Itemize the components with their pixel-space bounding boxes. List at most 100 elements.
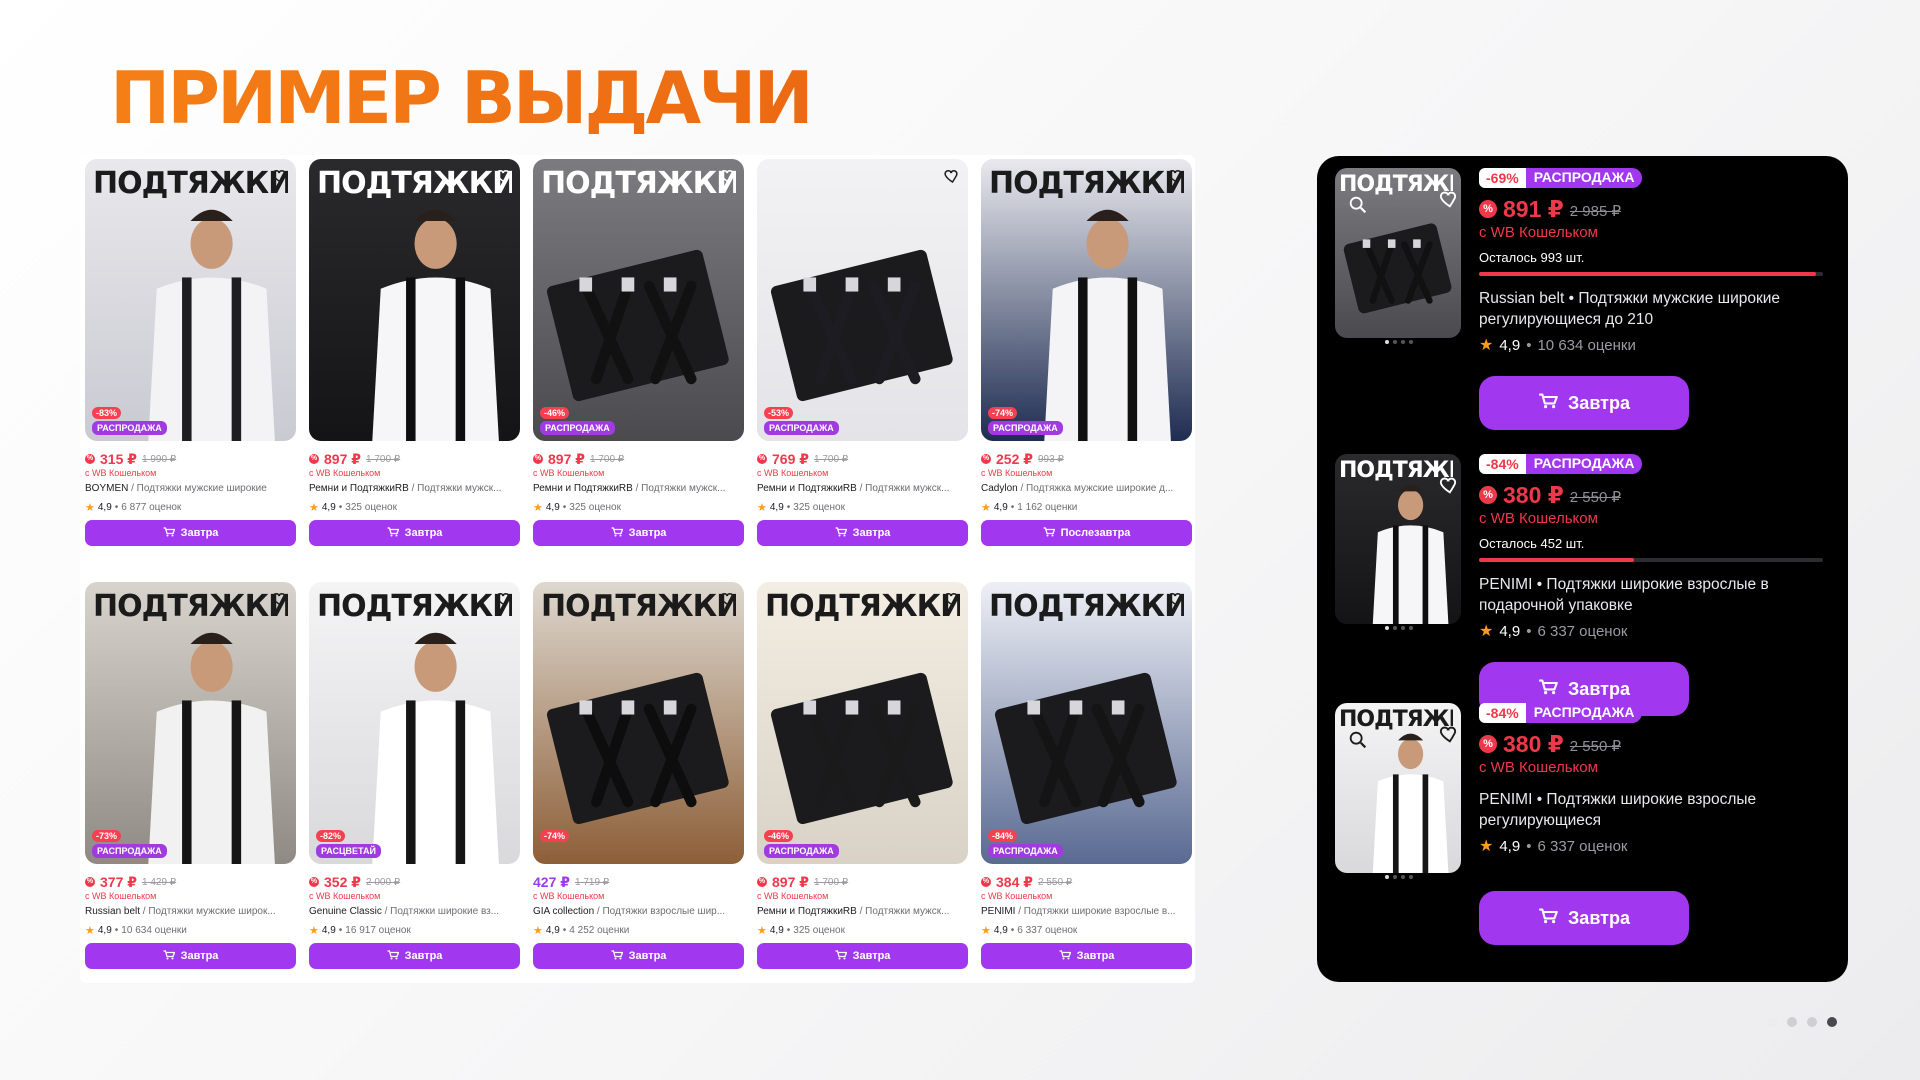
add-to-cart-button[interactable]: Завтра <box>1479 891 1689 945</box>
stock-progress-bar <box>1479 272 1823 276</box>
product-card[interactable]: ПОДТЯЖКИ -74% РАСПРОДАЖА % 252 ₽ 993 ₽ с… <box>981 159 1192 569</box>
rating-separator: • <box>562 501 567 513</box>
heart-icon[interactable] <box>1437 723 1459 750</box>
product-card[interactable]: ПОДТЯЖКИ -73% РАСПРОДАЖА % 377 ₽ 1 429 ₽… <box>85 582 296 992</box>
star-icon: ★ <box>1479 838 1494 855</box>
wallet-note: с WB Кошельком <box>981 468 1053 478</box>
product-image[interactable]: -53% РАСПРОДАЖА <box>757 159 968 441</box>
heart-icon[interactable] <box>940 588 962 610</box>
product-title[interactable]: Ремни и ПодтяжкиRB / Подтяжки мужск... <box>533 483 744 497</box>
product-image[interactable]: ПОДТЯЖКИ -74% РАСПРОДАЖА <box>981 159 1192 441</box>
add-to-cart-button[interactable]: Завтра <box>533 520 744 546</box>
old-price: 1 719 ₽ <box>575 876 610 888</box>
slide-pagination[interactable] <box>1767 1017 1837 1027</box>
product-card[interactable]: ПОДТЯЖКИ -84% РАСПРОДАЖА % 384 ₽ 2 550 ₽… <box>981 582 1192 992</box>
add-to-cart-button[interactable]: Завтра <box>309 943 520 969</box>
heart-icon[interactable] <box>1164 165 1186 187</box>
slide-dot-active[interactable] <box>1827 1017 1837 1027</box>
product-image[interactable]: ПОДТЯЖКИ -84% РАСПРОДАЖА <box>981 582 1192 864</box>
product-title[interactable]: BOYMEN / Подтяжки мужские широкие <box>85 483 296 497</box>
product-image[interactable]: ПОДТЯЖКИ -46% РАСПРОДАЖА <box>757 582 968 864</box>
wallet-note: с WB Кошельком <box>1479 224 1598 241</box>
product-image[interactable]: ПОДТЯЖКИ -83% РАСПРОДАЖА <box>85 159 296 441</box>
sale-badge: РАСПРОДАЖА <box>988 844 1063 858</box>
add-to-cart-button[interactable]: Завтра <box>981 943 1192 969</box>
product-image[interactable]: ПОДТЯЖКИ -46% РАСПРОДАЖА <box>533 159 744 441</box>
brand-name: GIA collection <box>533 906 595 917</box>
product-card[interactable]: ПОДТЯЖКИ -46% РАСПРОДАЖА % 897 ₽ 1 700 ₽… <box>757 582 968 992</box>
discount-badge: -74% <box>988 407 1018 419</box>
slide-dot[interactable] <box>1767 1017 1777 1027</box>
add-to-cart-button[interactable]: Завтра <box>309 520 520 546</box>
image-headline: ПОДТЯЖКИ <box>1339 174 1453 196</box>
heart-icon[interactable] <box>268 588 290 610</box>
heart-icon[interactable] <box>940 165 962 187</box>
discount-badge: -46% <box>540 407 570 419</box>
product-image[interactable]: ПОДТЯЖКИ <box>1335 703 1461 873</box>
product-card[interactable]: ПОДТЯЖКИ -83% РАСПРОДАЖА % 315 ₽ 1 990 ₽… <box>85 159 296 569</box>
product-image[interactable]: ПОДТЯЖКИ -74% <box>533 582 744 864</box>
product-card[interactable]: ПОДТЯЖКИ -74% 427 ₽ 1 719 ₽ с WB Кошельк… <box>533 582 744 992</box>
product-title[interactable]: Ремни и ПодтяжкиRB / Подтяжки мужск... <box>757 906 968 920</box>
product-card[interactable]: ПОДТЯЖКИ -82% РАСЦВЕТАЙ % 352 ₽ 2 000 ₽ … <box>309 582 520 992</box>
image-carousel-dots[interactable] <box>1385 626 1413 630</box>
image-carousel-dots[interactable] <box>1385 340 1413 344</box>
rating-row: ★ 4,9 • 6 337 оценок <box>1479 836 1829 856</box>
product-image[interactable]: ПОДТЯЖКИ <box>1335 168 1461 338</box>
heart-icon[interactable] <box>716 165 738 187</box>
product-card[interactable]: ПОДТЯЖКИ % 897 ₽ 1 700 ₽ с WB Кошельком … <box>309 159 520 569</box>
add-to-cart-button[interactable]: Послезавтра <box>981 520 1192 546</box>
product-card[interactable]: -53% РАСПРОДАЖА % 769 ₽ 1 700 ₽ с WB Кош… <box>757 159 968 569</box>
product-title[interactable]: Russian belt • Подтяжки мужские широкие … <box>1479 288 1829 330</box>
sale-badge: РАСПРОДАЖА <box>1525 168 1643 188</box>
product-title[interactable]: PENIMI / Подтяжки широкие взрослые в... <box>981 906 1192 920</box>
add-to-cart-button[interactable]: Завтра <box>757 943 968 969</box>
product-card[interactable]: ПОДТЯЖКИ -46% РАСПРОДАЖА % 897 ₽ 1 700 ₽… <box>533 159 744 569</box>
add-to-cart-button[interactable]: Завтра <box>85 943 296 969</box>
add-to-cart-button[interactable]: Завтра <box>757 520 968 546</box>
rating-value: 4,9 <box>993 924 1008 936</box>
heart-icon[interactable] <box>1437 474 1459 501</box>
sale-badge: РАСПРОДАЖА <box>1525 703 1643 723</box>
heart-icon[interactable] <box>716 588 738 610</box>
heart-icon[interactable] <box>1437 188 1459 215</box>
image-carousel-dots[interactable] <box>1385 875 1413 879</box>
price-row: % 315 ₽ 1 990 ₽ <box>85 451 296 467</box>
slide-dot[interactable] <box>1807 1017 1817 1027</box>
wallet-percent-icon: % <box>309 454 319 464</box>
product-image[interactable]: ПОДТЯЖКИ -73% РАСПРОДАЖА <box>85 582 296 864</box>
product-info: -84% РАСПРОДАЖА % 380 ₽ 2 550 ₽ с WB Кош… <box>1479 454 1829 641</box>
heart-icon[interactable] <box>1164 588 1186 610</box>
add-to-cart-button[interactable]: Завтра <box>85 520 296 546</box>
product-title[interactable]: GIA collection / Подтяжки взрослые шир..… <box>533 906 744 920</box>
heart-icon[interactable] <box>492 588 514 610</box>
product-title[interactable]: Ремни и ПодтяжкиRB / Подтяжки мужск... <box>757 483 968 497</box>
slide-dot[interactable] <box>1787 1017 1797 1027</box>
product-title[interactable]: PENIMI • Подтяжки широкие взрослые регул… <box>1479 789 1829 831</box>
rating-row: ★ 4,9 • 6 337 оценок <box>981 923 1192 937</box>
product-image[interactable]: ПОДТЯЖКИ -82% РАСЦВЕТАЙ <box>309 582 520 864</box>
heart-icon[interactable] <box>268 165 290 187</box>
rating-value: 4,9 <box>1499 336 1521 354</box>
product-title[interactable]: PENIMI • Подтяжки широкие взрослые в под… <box>1479 574 1829 616</box>
zoom-search-icon[interactable] <box>1347 729 1369 756</box>
wallet-percent-icon: % <box>981 877 991 887</box>
product-title[interactable]: Genuine Classic / Подтяжки широкие вз... <box>309 906 520 920</box>
zoom-search-icon[interactable] <box>1347 194 1369 221</box>
add-to-cart-button[interactable]: Завтра <box>1479 376 1689 430</box>
promo-product-card[interactable]: ПОДТЯЖКИ -84% РАСПРОДАЖА % 380 ₽ 2 550 ₽… <box>1335 691 1830 951</box>
product-title[interactable]: Russian belt / Подтяжки мужские широк... <box>85 906 296 920</box>
promo-product-card[interactable]: ПОДТЯЖКИ -84% РАСПРОДАЖА % 380 ₽ 2 550 ₽… <box>1335 442 1830 716</box>
add-to-cart-button[interactable]: Завтра <box>533 943 744 969</box>
product-name: / Подтяжки взрослые шир... <box>594 906 726 917</box>
old-price: 2 550 ₽ <box>1569 737 1622 755</box>
product-title[interactable]: Cadylon / Подтяжка мужские широкие д... <box>981 483 1192 497</box>
brand-name: Cadylon <box>981 483 1018 494</box>
delivery-label: Завтра <box>180 527 219 539</box>
promo-product-card[interactable]: ПОДТЯЖКИ -69% РАСПРОДАЖА % 891 ₽ 2 985 ₽… <box>1335 156 1830 430</box>
product-name: / Подтяжки мужск... <box>632 483 726 494</box>
product-title[interactable]: Ремни и ПодтяжкиRB / Подтяжки мужск... <box>309 483 520 497</box>
product-image[interactable]: ПОДТЯЖКИ <box>1335 454 1461 624</box>
heart-icon[interactable] <box>492 165 514 187</box>
product-image[interactable]: ПОДТЯЖКИ <box>309 159 520 441</box>
